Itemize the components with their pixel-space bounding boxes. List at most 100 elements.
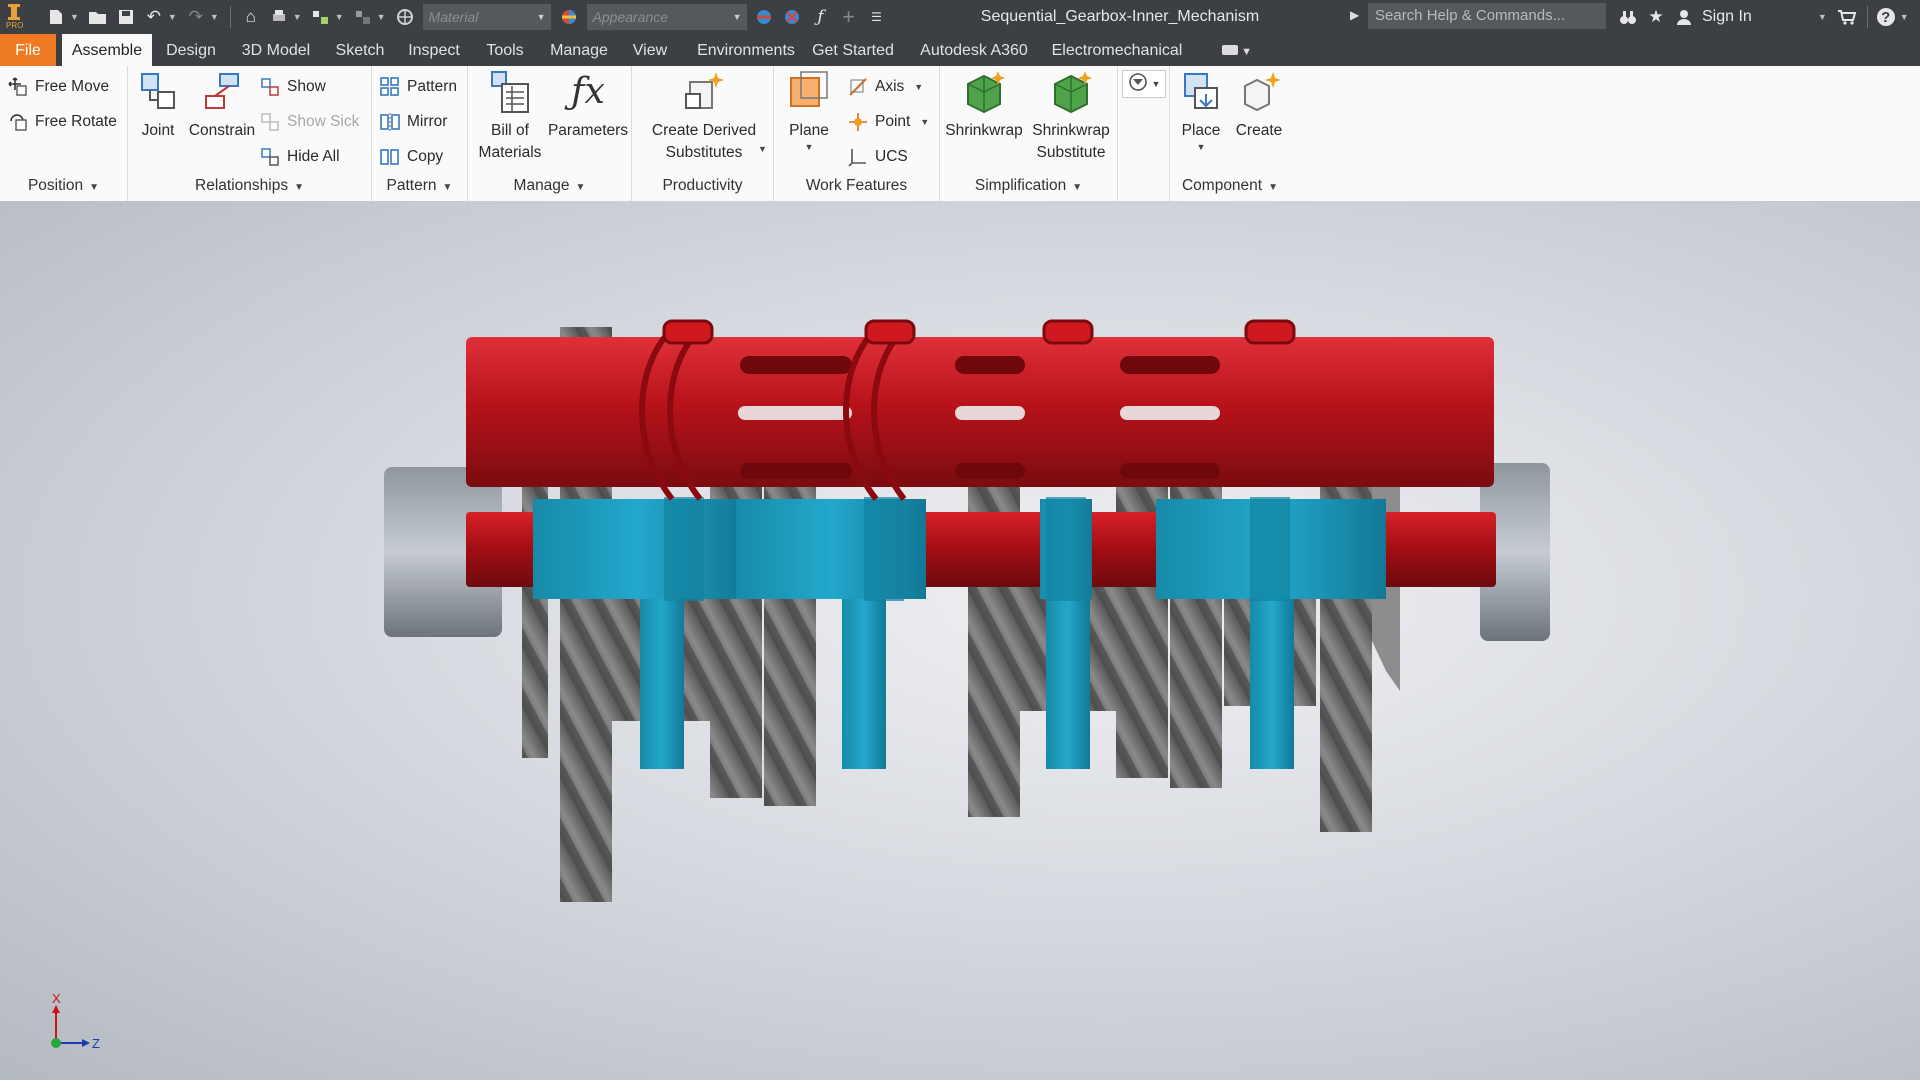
globe-icon[interactable] bbox=[394, 6, 416, 28]
help-icon[interactable]: ? bbox=[1876, 8, 1895, 26]
chevron-down-icon: ▼ bbox=[294, 182, 304, 193]
clear-appearance-icon[interactable] bbox=[782, 6, 804, 28]
tab-tools[interactable]: Tools bbox=[476, 34, 534, 66]
chevron-down-icon: ▼ bbox=[442, 182, 453, 193]
tab-get-started[interactable]: Get Started bbox=[808, 34, 898, 66]
appearance-sphere-icon[interactable] bbox=[558, 6, 580, 28]
mirror-button[interactable]: Mirror bbox=[380, 107, 447, 137]
shift-fork-stem[interactable] bbox=[842, 599, 886, 769]
add-icon[interactable]: + bbox=[838, 4, 860, 29]
tab-design[interactable]: Design bbox=[158, 34, 224, 66]
show-button[interactable]: Show bbox=[260, 72, 326, 102]
expand-arrow-icon[interactable]: ▶ bbox=[1350, 8, 1359, 22]
cart-icon[interactable] bbox=[1836, 6, 1858, 28]
tab-autodesk-a360[interactable]: Autodesk A360 bbox=[914, 34, 1034, 66]
undo-caret-icon[interactable]: ▼ bbox=[168, 12, 177, 22]
open-folder-icon[interactable] bbox=[87, 6, 109, 28]
tab-view[interactable]: View bbox=[624, 34, 676, 66]
panel-label-pattern[interactable]: Pattern ▼ bbox=[372, 173, 467, 199]
free-move-button[interactable]: Free Move bbox=[8, 72, 109, 102]
adjust-appearance-icon[interactable] bbox=[754, 6, 776, 28]
customize-toolbar-icon[interactable]: ☰ bbox=[866, 6, 888, 28]
shift-drum[interactable] bbox=[466, 319, 1494, 501]
save-icon[interactable] bbox=[115, 6, 137, 28]
panel-component: Place ▼ Create Component ▼ bbox=[1170, 66, 1290, 201]
bill-of-materials-button[interactable]: Bill of Materials bbox=[472, 70, 548, 164]
panel-relationships: Joint Constrain Show Show Sick Hide All … bbox=[128, 66, 372, 201]
tab-file[interactable]: File bbox=[0, 34, 56, 66]
copy-button[interactable]: Copy bbox=[380, 142, 443, 172]
user-icon[interactable] bbox=[1673, 6, 1695, 28]
gearbox-model[interactable] bbox=[0, 201, 1920, 1080]
ribbon-tab-bar: File Assemble Design 3D Model Sketch Ins… bbox=[0, 34, 1920, 66]
pro-badge: PRO bbox=[6, 21, 24, 30]
sign-in-caret-icon[interactable]: ▼ bbox=[1818, 12, 1827, 22]
create-component-button[interactable]: Create bbox=[1230, 70, 1288, 142]
parameters-button[interactable]: ƒx Parameters bbox=[546, 70, 630, 142]
fork-hub[interactable] bbox=[864, 497, 904, 601]
update-icon[interactable] bbox=[310, 6, 332, 28]
free-rotate-button[interactable]: Free Rotate bbox=[8, 107, 117, 137]
print-icon[interactable] bbox=[268, 6, 290, 28]
chevron-down-icon: ▼ bbox=[914, 82, 924, 92]
home-icon[interactable]: ⌂ bbox=[240, 6, 262, 28]
ribbon-display-toggle[interactable]: ▼ bbox=[1222, 42, 1260, 58]
panel-label-simplification[interactable]: Simplification ▼ bbox=[940, 173, 1117, 199]
tab-manage[interactable]: Manage bbox=[542, 34, 616, 66]
axis-x-label: X bbox=[52, 991, 61, 1006]
shift-fork-stem[interactable] bbox=[1250, 599, 1294, 769]
plane-button[interactable]: Plane ▼ bbox=[778, 70, 840, 152]
place-button[interactable]: Place ▼ bbox=[1172, 70, 1230, 152]
appearance-dropdown[interactable]: Appearance ▼ bbox=[586, 4, 747, 30]
select-filter-dropdown[interactable]: ▼ bbox=[1122, 70, 1166, 98]
panel-simplification: Shrinkwrap Shrinkwrap Substitute Simplif… bbox=[940, 66, 1118, 201]
inventor-logo[interactable]: PRO bbox=[2, 0, 28, 34]
redo-caret-icon[interactable]: ▼ bbox=[210, 12, 219, 22]
fork-hub[interactable] bbox=[1250, 497, 1290, 601]
tab-sketch[interactable]: Sketch bbox=[328, 34, 392, 66]
axis-button[interactable]: Axis ▼ bbox=[848, 72, 923, 102]
shift-fork-stem[interactable] bbox=[640, 599, 684, 769]
update-caret-icon[interactable]: ▼ bbox=[335, 12, 344, 22]
pattern-button[interactable]: Pattern bbox=[380, 72, 457, 102]
shrinkwrap-button[interactable]: Shrinkwrap bbox=[942, 70, 1026, 142]
new-caret-icon[interactable]: ▼ bbox=[70, 12, 79, 22]
undo-icon[interactable]: ↶ bbox=[143, 6, 165, 28]
panel-label-relationships[interactable]: Relationships ▼ bbox=[128, 173, 371, 199]
chevron-down-icon[interactable]: ▼ bbox=[758, 144, 767, 154]
new-file-icon[interactable] bbox=[45, 6, 67, 28]
tab-electromechanical[interactable]: Electromechanical bbox=[1046, 34, 1188, 66]
print-caret-icon[interactable]: ▼ bbox=[293, 12, 302, 22]
select-caret-icon[interactable]: ▼ bbox=[377, 12, 386, 22]
help-caret-icon[interactable]: ▼ bbox=[1900, 12, 1909, 22]
ucs-button[interactable]: UCS bbox=[848, 142, 908, 172]
panel-label-position[interactable]: Position ▼ bbox=[0, 173, 127, 199]
graphics-viewport[interactable]: X Z bbox=[0, 201, 1920, 1080]
tab-3d-model[interactable]: 3D Model bbox=[232, 34, 320, 66]
search-help-input[interactable]: Search Help & Commands... bbox=[1368, 3, 1606, 29]
create-derived-substitutes-button[interactable]: Create Derived Substitutes bbox=[636, 70, 772, 164]
panel-productivity: Create Derived Substitutes ▼ Productivit… bbox=[632, 66, 774, 201]
panel-label-manage[interactable]: Manage ▼ bbox=[468, 173, 631, 199]
select-icon[interactable] bbox=[352, 6, 374, 28]
tab-environments[interactable]: Environments bbox=[684, 34, 808, 66]
redo-icon[interactable]: ↷ bbox=[185, 6, 207, 28]
show-sick-button[interactable]: Show Sick bbox=[260, 107, 359, 137]
fork-hub[interactable] bbox=[1046, 497, 1086, 601]
favorites-star-icon[interactable]: ★ bbox=[1645, 6, 1667, 28]
shift-fork-stem[interactable] bbox=[1046, 599, 1090, 769]
tab-assemble[interactable]: Assemble bbox=[62, 34, 152, 66]
panel-label-component[interactable]: Component ▼ bbox=[1170, 173, 1290, 199]
hide-all-button[interactable]: Hide All bbox=[260, 142, 340, 172]
shift-fork[interactable] bbox=[533, 499, 743, 599]
tab-inspect[interactable]: Inspect bbox=[400, 34, 468, 66]
point-button[interactable]: Point ▼ bbox=[848, 107, 929, 137]
material-dropdown[interactable]: Material ▼ bbox=[422, 4, 551, 30]
shrinkwrap-substitute-button[interactable]: Shrinkwrap Substitute bbox=[1028, 70, 1114, 164]
sign-in-link[interactable]: Sign In bbox=[1702, 8, 1752, 26]
parameters-fx-icon[interactable]: ƒ bbox=[810, 6, 832, 28]
joint-button[interactable]: Joint bbox=[132, 70, 184, 142]
constrain-button[interactable]: Constrain bbox=[182, 70, 262, 142]
binoculars-icon[interactable] bbox=[1617, 6, 1639, 28]
fork-hub[interactable] bbox=[664, 497, 704, 601]
